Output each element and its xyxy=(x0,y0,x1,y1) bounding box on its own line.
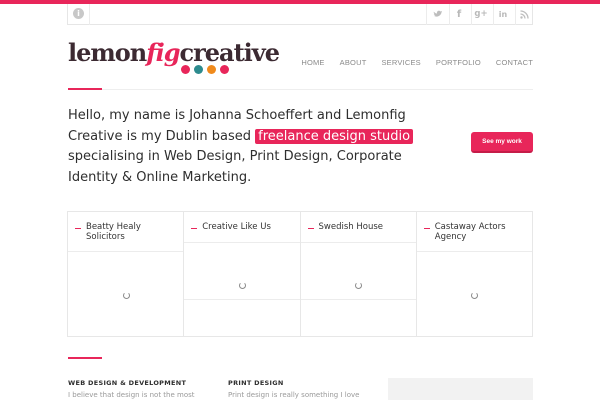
logo-dot-icon xyxy=(220,65,229,74)
divider xyxy=(471,4,472,25)
header-divider xyxy=(68,89,533,90)
portfolio-card[interactable]: Swedish House xyxy=(300,212,417,336)
card-divider xyxy=(416,251,532,252)
nav-item-portfolio[interactable]: PORTFOLIO xyxy=(436,58,481,67)
site-logo[interactable]: lemonfigcreative xyxy=(68,38,280,67)
print-design-heading: PRINT DESIGN xyxy=(228,379,284,387)
intro-text: Hello, my name is Johanna Schoeffert and… xyxy=(68,106,448,188)
header-accent-rule xyxy=(68,88,102,90)
divider xyxy=(493,4,494,25)
info-icon[interactable]: i xyxy=(73,8,84,19)
facebook-icon[interactable]: f xyxy=(453,8,465,20)
portfolio-card[interactable]: Beatty Healy Solicitors xyxy=(68,212,185,336)
divider xyxy=(449,4,450,25)
card-divider xyxy=(184,242,300,243)
portfolio-grid: Beatty Healy Solicitors Creative Like Us… xyxy=(67,211,533,337)
web-design-text: I believe that design is not the most xyxy=(68,391,195,399)
logo-text-lemon: lemon xyxy=(68,38,147,67)
logo-dot-icon xyxy=(207,65,216,74)
card-title[interactable]: Beatty Healy Solicitors xyxy=(68,212,183,242)
sidebar-panel xyxy=(388,378,533,400)
nav-item-about[interactable]: ABOUT xyxy=(340,58,367,67)
card-divider xyxy=(68,251,184,252)
loading-spinner-icon xyxy=(355,282,363,289)
web-design-heading: WEB DESIGN & DEVELOPMENT xyxy=(68,379,187,387)
logo-dot-icon xyxy=(194,65,203,74)
nav-item-home[interactable]: HOME xyxy=(301,58,324,67)
intro-text-end: specialising in Web Design, Print Design… xyxy=(68,149,402,185)
section-accent-rule xyxy=(68,357,102,359)
loading-spinner-icon xyxy=(122,292,130,299)
top-bar: i f g+ in xyxy=(67,4,533,25)
divider xyxy=(426,4,427,25)
card-divider xyxy=(300,242,416,243)
loading-spinner-icon xyxy=(471,292,479,299)
nav-item-contact[interactable]: CONTACT xyxy=(496,58,533,67)
card-title[interactable]: Creative Like Us xyxy=(184,212,299,232)
rss-icon[interactable] xyxy=(518,8,530,20)
card-divider xyxy=(184,299,300,300)
linkedin-icon[interactable]: in xyxy=(497,8,509,20)
divider xyxy=(515,4,516,25)
card-title[interactable]: Castaway Actors Agency xyxy=(417,212,532,242)
twitter-icon[interactable] xyxy=(432,8,444,20)
see-my-work-button[interactable]: See my work xyxy=(471,132,533,153)
card-divider xyxy=(300,299,416,300)
logo-text-fig: fig xyxy=(146,38,180,67)
loading-spinner-icon xyxy=(238,282,246,289)
intro-highlight: freelance design studio xyxy=(255,128,414,144)
portfolio-card[interactable]: Creative Like Us xyxy=(184,212,301,336)
divider xyxy=(89,4,90,25)
logo-icons xyxy=(181,65,229,74)
nav-item-services[interactable]: SERVICES xyxy=(381,58,420,67)
main-nav: HOME ABOUT SERVICES PORTFOLIO CONTACT xyxy=(301,58,533,67)
logo-text-creative: creative xyxy=(179,38,279,67)
card-title[interactable]: Swedish House xyxy=(301,212,416,232)
portfolio-card[interactable]: Castaway Actors Agency xyxy=(416,212,532,336)
logo-dot-icon xyxy=(181,65,190,74)
google-plus-icon[interactable]: g+ xyxy=(474,8,487,20)
print-design-text: Print design is really something I love xyxy=(228,391,360,399)
